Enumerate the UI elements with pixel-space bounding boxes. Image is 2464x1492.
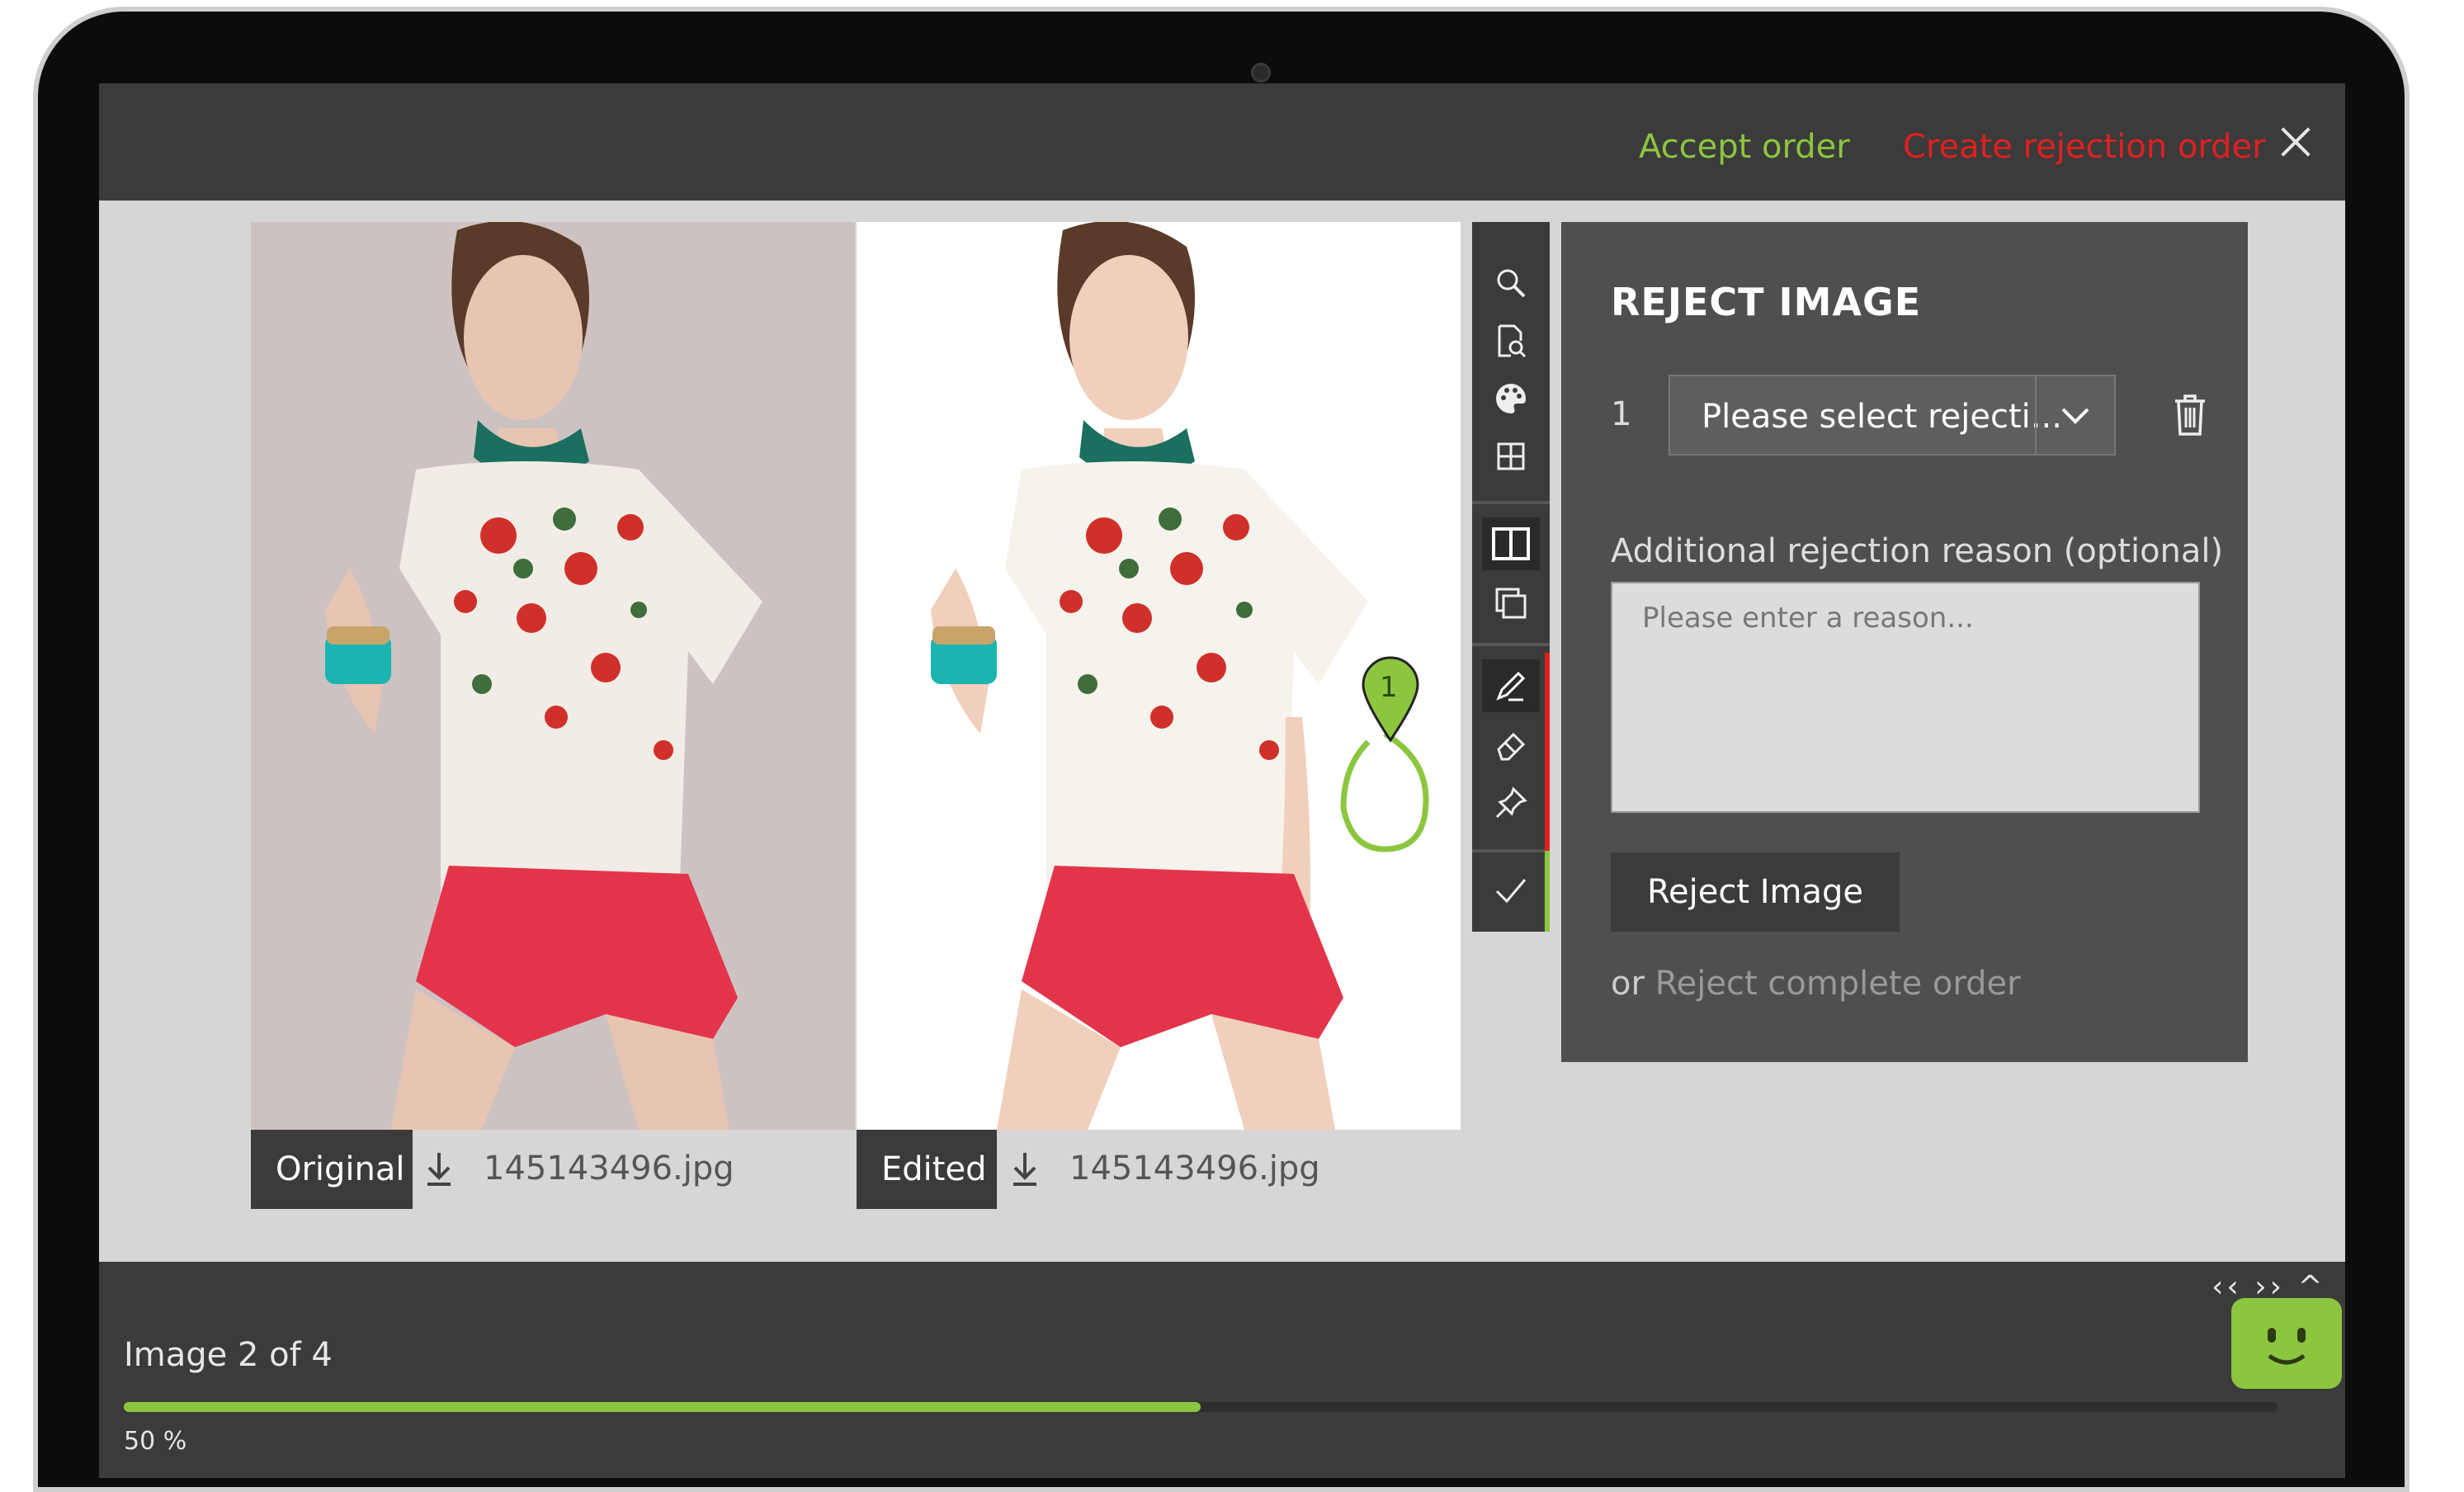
reject-image-panel: REJECT IMAGE 1 Please select rejecti... …	[1561, 222, 2248, 1062]
download-icon[interactable]	[422, 1148, 456, 1189]
pin-icon[interactable]	[1482, 777, 1540, 829]
chevron-down-icon[interactable]	[2035, 376, 2114, 454]
original-image	[251, 222, 855, 1130]
confirm-indicator	[1545, 851, 1550, 932]
model-figure-original	[325, 222, 762, 1130]
bottom-bar	[99, 1262, 2345, 1478]
edited-label: Edited	[857, 1130, 997, 1209]
rejection-reason-select[interactable]: Please select rejecti...	[1669, 375, 2116, 456]
app-screen: Accept order Create rejection order Orig…	[99, 83, 2345, 1478]
additional-reason-textarea[interactable]: Please enter a reason...	[1611, 582, 2200, 813]
reject-complete-line: or Reject complete order	[1611, 965, 2021, 1003]
edited-filename: 145143496.jpg	[1069, 1150, 1320, 1187]
rejection-row-number: 1	[1611, 395, 1632, 433]
download-icon[interactable]	[1008, 1148, 1041, 1189]
chat-bot-icon[interactable]	[2231, 1298, 2342, 1389]
progress-fill	[124, 1402, 1201, 1412]
tool-sidebar	[1472, 222, 1550, 932]
top-bar: Accept order Create rejection order	[99, 83, 2345, 201]
rejection-reason-select-value: Please select rejecti...	[1702, 398, 2062, 436]
close-icon[interactable]	[2274, 121, 2317, 164]
trash-icon[interactable]	[2172, 391, 2208, 437]
progress-bar	[124, 1402, 2278, 1412]
reject-complete-order-link[interactable]: Reject complete order	[1655, 965, 2021, 1003]
overlay-icon[interactable]	[1482, 577, 1540, 630]
panel-title: REJECT IMAGE	[1611, 280, 1922, 324]
annotation-marker-number: 1	[1380, 671, 1398, 704]
progress-text: 50 %	[124, 1427, 187, 1456]
eraser-icon[interactable]	[1482, 719, 1540, 772]
search-icon[interactable]	[1482, 257, 1540, 309]
check-icon[interactable]	[1482, 864, 1540, 917]
toolbar-divider	[1472, 849, 1550, 852]
grid-icon[interactable]	[1482, 430, 1540, 483]
pen-icon[interactable]	[1482, 659, 1540, 712]
or-text: or	[1611, 965, 1645, 1003]
camera	[1251, 63, 1271, 83]
toolbar-divider	[1472, 643, 1550, 646]
file-search-icon[interactable]	[1482, 314, 1540, 367]
toolbar-divider	[1472, 501, 1550, 504]
draw-tools-indicator	[1545, 653, 1550, 851]
palette-icon[interactable]	[1482, 372, 1540, 425]
additional-reason-label: Additional rejection reason (optional)	[1611, 532, 2224, 570]
split-view-icon[interactable]	[1482, 517, 1540, 570]
accept-order-button[interactable]: Accept order	[1639, 128, 1850, 166]
reject-image-button[interactable]: Reject Image	[1611, 852, 1900, 932]
original-filename: 145143496.jpg	[484, 1150, 734, 1187]
original-label: Original	[251, 1130, 413, 1209]
create-rejection-order-button[interactable]: Create rejection order	[1903, 128, 2266, 166]
image-counter: Image 2 of 4	[124, 1336, 333, 1374]
